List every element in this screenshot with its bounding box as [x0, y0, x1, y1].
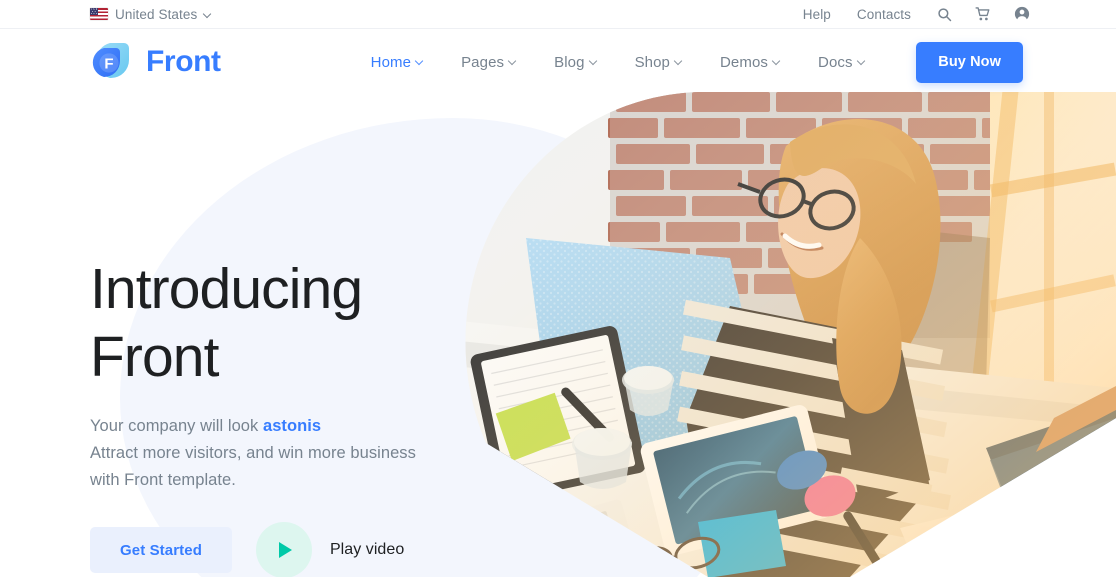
country-selector[interactable]: United States [90, 7, 211, 22]
play-triangle-icon [279, 542, 293, 558]
chevron-down-icon [590, 58, 598, 66]
chevron-down-icon [416, 58, 424, 66]
nav-item-pages[interactable]: Pages [461, 48, 517, 77]
chevron-down-icon [675, 58, 683, 66]
play-video-label: Play video [329, 541, 405, 558]
help-link[interactable]: Help [803, 7, 831, 22]
chevron-down-icon [858, 58, 866, 66]
nav-label: Pages [461, 53, 505, 71]
play-circle [255, 522, 312, 577]
chevron-down-icon [509, 58, 517, 66]
nav-item-docs[interactable]: Docs [818, 48, 866, 77]
hero-content: Introducing Front Your company will look… [90, 255, 510, 577]
search-icon[interactable] [937, 7, 952, 22]
hero-image [430, 88, 1116, 577]
chevron-down-icon [204, 11, 211, 18]
hero-subtitle: Your company will look astonis Attract m… [90, 413, 510, 494]
nav-label: Shop [634, 53, 670, 71]
hero-subtitle-line3: with Front template. [90, 471, 236, 489]
buy-now-button[interactable]: Buy Now [916, 41, 1023, 83]
get-started-button[interactable]: Get Started [90, 527, 232, 573]
hero-subtitle-prefix: Your company will look [90, 417, 263, 435]
nav-label: Home [370, 53, 412, 71]
country-label: United States [115, 6, 198, 22]
chevron-down-icon [773, 58, 781, 66]
nav-label: Demos [720, 53, 769, 71]
nav-item-demos[interactable]: Demos [720, 48, 781, 77]
hero-actions: Get Started Play video [90, 522, 510, 577]
user-account-icon[interactable] [1014, 6, 1030, 22]
landing-page: United States Help Contacts F Front Home… [0, 0, 1116, 577]
nav-item-shop[interactable]: Shop [635, 48, 683, 77]
utility-links: Help Contacts [803, 6, 1030, 22]
main-navigation: Home Pages Blog Shop Demos Docs [371, 48, 903, 77]
hero-rotating-word: astonis [262, 417, 322, 435]
nav-label: Docs [818, 53, 853, 71]
play-video-button[interactable]: Play video [255, 522, 405, 577]
hero-subtitle-line2: Attract more visitors, and win more busi… [90, 444, 416, 462]
brand-logo[interactable]: F Front [90, 39, 221, 85]
utility-bar: United States Help Contacts [0, 0, 1116, 29]
front-logo-icon: F [90, 39, 136, 85]
nav-item-blog[interactable]: Blog [554, 48, 597, 77]
shopping-cart-icon[interactable] [975, 6, 991, 22]
site-header: F Front Home Pages Blog Shop Demos Docs … [0, 29, 1116, 95]
us-flag-icon [90, 8, 108, 20]
nav-item-home[interactable]: Home [371, 48, 424, 77]
contacts-link[interactable]: Contacts [857, 7, 911, 22]
brand-name: Front [146, 45, 221, 78]
nav-label: Blog [554, 53, 585, 71]
svg-text:F: F [104, 56, 113, 73]
hero-title: Introducing Front [90, 257, 363, 389]
